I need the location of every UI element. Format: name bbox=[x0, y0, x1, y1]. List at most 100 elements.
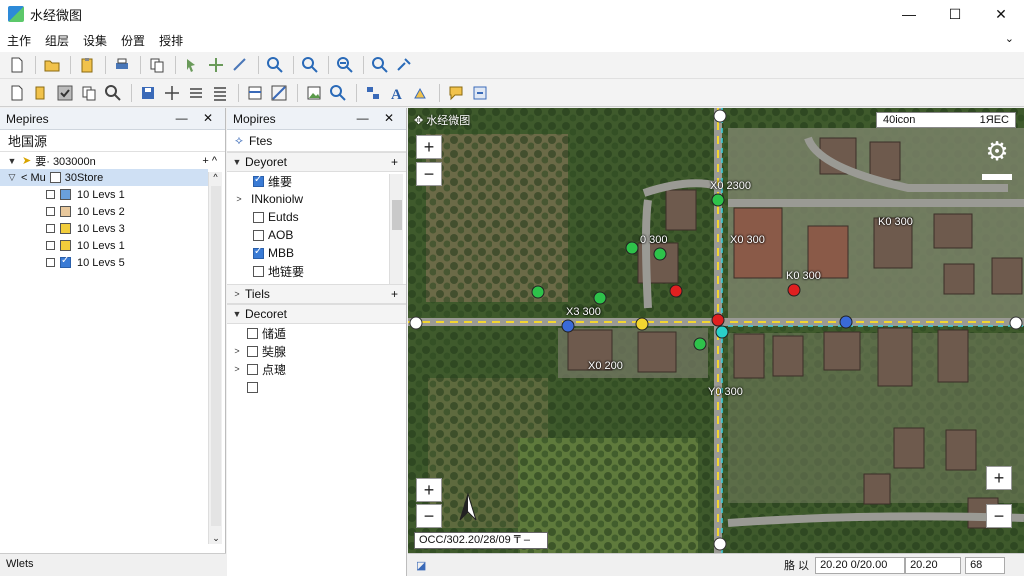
decoret-checkbox[interactable] bbox=[247, 363, 258, 375]
decoret-checkbox[interactable] bbox=[247, 381, 258, 393]
decoret-row[interactable]: > 奘腺 bbox=[227, 342, 406, 360]
inspect-icon[interactable] bbox=[327, 82, 349, 104]
move-icon[interactable] bbox=[161, 82, 183, 104]
feature-checkbox[interactable] bbox=[253, 211, 264, 223]
pan-tool-icon[interactable] bbox=[205, 54, 227, 76]
export-icon[interactable] bbox=[469, 82, 491, 104]
menu-item-authorize[interactable]: 授排 bbox=[152, 32, 190, 49]
save-icon[interactable] bbox=[137, 82, 159, 104]
attribute-table-icon[interactable] bbox=[362, 82, 384, 104]
decoret-checkbox[interactable] bbox=[247, 327, 258, 339]
feature-row[interactable]: AOB bbox=[227, 226, 406, 244]
section-arrow-icon[interactable]: ▼ bbox=[231, 157, 243, 167]
scroll-thumb[interactable] bbox=[392, 200, 402, 230]
find-icon[interactable] bbox=[369, 54, 391, 76]
map-zoom-in-button[interactable]: + bbox=[416, 135, 442, 159]
expand-arrow-icon[interactable]: > bbox=[231, 364, 243, 374]
layer-group-row[interactable]: ▽ < Mu 30Store bbox=[0, 169, 208, 186]
add-icon[interactable]: + bbox=[391, 155, 398, 169]
section-deyoret[interactable]: ▼ Deyoret + bbox=[227, 152, 406, 172]
map-canvas[interactable]: ✥ 水经微图 40icon 1ЯEC X0 2300 0 300 X0 300 … bbox=[408, 108, 1024, 553]
collapse-arrow-icon[interactable]: ▽ bbox=[6, 172, 18, 183]
feature-row[interactable]: 地链要 bbox=[227, 262, 406, 280]
check-icon[interactable] bbox=[54, 82, 76, 104]
layout-icon[interactable] bbox=[244, 82, 266, 104]
feature-checkbox[interactable] bbox=[253, 174, 264, 187]
align-icon[interactable] bbox=[185, 82, 207, 104]
menu-item-settings[interactable]: 设集 bbox=[76, 32, 114, 49]
zoom-in-icon[interactable] bbox=[264, 54, 286, 76]
map-zoom-out-button-right[interactable]: − bbox=[986, 504, 1012, 528]
section-arrow-icon[interactable]: ▼ bbox=[231, 309, 243, 319]
layer-row[interactable]: 10 Levs 1 bbox=[0, 186, 225, 203]
image-icon[interactable] bbox=[303, 82, 325, 104]
text-tool-icon[interactable]: A bbox=[386, 82, 408, 104]
duplicate-icon[interactable] bbox=[78, 82, 100, 104]
list-icon[interactable] bbox=[209, 82, 231, 104]
scroll-thumb[interactable] bbox=[211, 186, 221, 526]
feature-checkbox[interactable] bbox=[253, 265, 264, 277]
layers-scrollbar[interactable]: ^ ⌄ bbox=[208, 172, 222, 544]
layer-row[interactable]: 10 Levs 1 bbox=[0, 237, 225, 254]
layer-row[interactable]: 10 Levs 5 bbox=[0, 254, 225, 271]
section-decoret[interactable]: ▼ Decoret bbox=[227, 304, 406, 324]
map-zoom-out-button[interactable]: − bbox=[416, 162, 442, 186]
decoret-row[interactable] bbox=[227, 378, 406, 396]
expand-arrow-icon[interactable]: > bbox=[233, 194, 245, 204]
zoom-out-icon[interactable] bbox=[334, 54, 356, 76]
map-zoom-in-button-right[interactable]: + bbox=[986, 466, 1012, 490]
feature-checkbox[interactable] bbox=[253, 246, 264, 259]
status-layout-icon[interactable]: ◪ bbox=[412, 557, 430, 574]
deyoret-scrollbar[interactable] bbox=[389, 174, 403, 284]
panel-controls[interactable]: — ✕ bbox=[176, 111, 219, 125]
feature-row[interactable]: > INkoniolw bbox=[227, 190, 406, 208]
measure-tool-icon[interactable] bbox=[229, 54, 251, 76]
style-icon[interactable] bbox=[410, 82, 432, 104]
map-zoom-in-button-lower[interactable]: + bbox=[416, 478, 442, 502]
map-zoom-out-button-lower[interactable]: − bbox=[416, 504, 442, 528]
layer-row[interactable]: 10 Levs 3 bbox=[0, 220, 225, 237]
menu-item-layers[interactable]: 组层 bbox=[38, 32, 76, 49]
annotate-icon[interactable] bbox=[445, 82, 467, 104]
minimize-button[interactable]: — bbox=[886, 0, 932, 28]
panel-controls[interactable]: — ✕ bbox=[357, 111, 400, 125]
menu-item-file[interactable]: 主作 bbox=[0, 32, 38, 49]
new-file-icon[interactable] bbox=[6, 54, 28, 76]
scroll-up-icon[interactable]: ^ bbox=[209, 172, 222, 182]
feature-row[interactable]: MBB bbox=[227, 244, 406, 262]
features-search-row[interactable]: ⟡ Ftes bbox=[227, 130, 406, 152]
expand-arrow-icon[interactable]: > bbox=[231, 346, 243, 356]
feature-row[interactable]: Eutds bbox=[227, 208, 406, 226]
menu-item-position[interactable]: 份置 bbox=[114, 32, 152, 49]
tools-icon[interactable] bbox=[393, 54, 415, 76]
feature-checkbox[interactable] bbox=[253, 229, 264, 241]
decoret-row[interactable]: > 点璁 bbox=[227, 360, 406, 378]
status-zoom[interactable]: 68 bbox=[965, 556, 1006, 574]
draw-icon[interactable] bbox=[268, 82, 290, 104]
close-button[interactable]: ✕ bbox=[978, 0, 1024, 28]
search-icon[interactable] bbox=[102, 82, 124, 104]
layer-group-checkbox[interactable] bbox=[49, 172, 61, 183]
open-folder-icon[interactable] bbox=[41, 54, 63, 76]
decoret-checkbox[interactable] bbox=[247, 345, 258, 357]
ribbon-collapse-icon[interactable]: ⌄ bbox=[1005, 32, 1014, 45]
expand-arrow-icon[interactable]: ▼ bbox=[6, 156, 18, 166]
section-arrow-icon[interactable]: > bbox=[231, 289, 243, 299]
copy-icon[interactable] bbox=[146, 54, 168, 76]
add-icon[interactable]: + bbox=[391, 287, 398, 301]
paste-icon[interactable] bbox=[76, 54, 98, 76]
feature-row[interactable]: 维要 bbox=[227, 172, 406, 190]
scroll-down-icon[interactable]: ⌄ bbox=[209, 533, 223, 544]
section-tiels[interactable]: > Tiels + bbox=[227, 284, 406, 304]
edit-layer-icon[interactable] bbox=[30, 82, 52, 104]
decoret-row[interactable]: 储遁 bbox=[227, 324, 406, 342]
select-tool-icon[interactable] bbox=[181, 54, 203, 76]
print-icon[interactable] bbox=[111, 54, 133, 76]
gear-icon[interactable]: ⚙ bbox=[982, 136, 1012, 166]
zoom-icon[interactable] bbox=[299, 54, 321, 76]
layer-row[interactable]: 10 Levs 2 bbox=[0, 203, 225, 220]
maximize-button[interactable]: ☐ bbox=[932, 0, 978, 28]
new-layer-icon[interactable] bbox=[6, 82, 28, 104]
scale-controls[interactable]: + ^ bbox=[202, 155, 217, 167]
scale-row[interactable]: ▼ ➤ 要· 303000n + ^ bbox=[0, 152, 225, 169]
